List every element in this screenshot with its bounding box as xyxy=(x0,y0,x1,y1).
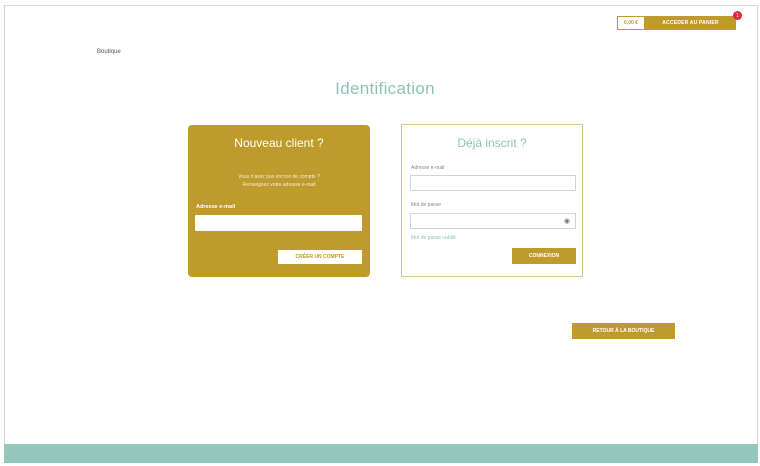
cart-group: 0,00 € ACCEDER AU PANIER xyxy=(617,16,736,30)
new-client-text-line2: Renseignez votre adresse e-mail xyxy=(242,182,316,188)
page-title: Identification xyxy=(335,79,435,98)
new-client-card: Nouveau client ? Vous n'avez pas encore … xyxy=(188,125,370,277)
new-client-title: Nouveau client ? xyxy=(234,136,324,150)
forgot-password-link[interactable]: Mot de passe oublié xyxy=(411,235,456,241)
cart-count-badge: 1 xyxy=(733,11,742,20)
login-email-input[interactable] xyxy=(410,175,576,191)
new-client-email-input[interactable] xyxy=(195,215,362,231)
footer-band xyxy=(4,444,758,463)
new-client-email-label: Adresse e-mail xyxy=(196,204,236,210)
login-email-label: Adresse e-mail xyxy=(411,165,445,171)
cart-button[interactable]: ACCEDER AU PANIER xyxy=(645,16,736,30)
password-label: Mot de passe xyxy=(411,202,442,208)
breadcrumb[interactable]: Boutique xyxy=(97,49,121,55)
create-account-button[interactable]: CRÉER UN COMPTE xyxy=(278,250,362,264)
existing-client-card: Déjà inscrit ? Adresse e-mail Mot de pas… xyxy=(401,124,583,277)
new-client-text-line1: Vous n'avez pas encore de compte ? xyxy=(238,174,320,180)
cart-amount[interactable]: 0,00 € xyxy=(617,16,645,30)
new-client-text: Vous n'avez pas encore de compte ? Rense… xyxy=(188,173,370,189)
page-frame xyxy=(4,5,758,463)
existing-client-title: Déjà inscrit ? xyxy=(457,136,527,150)
connect-button[interactable]: CONNEXION xyxy=(512,248,576,264)
eye-icon[interactable]: ◉ xyxy=(564,217,570,225)
password-input[interactable]: ◉ xyxy=(410,213,576,229)
back-to-shop-button[interactable]: RETOUR À LA BOUTIQUE xyxy=(572,323,675,339)
